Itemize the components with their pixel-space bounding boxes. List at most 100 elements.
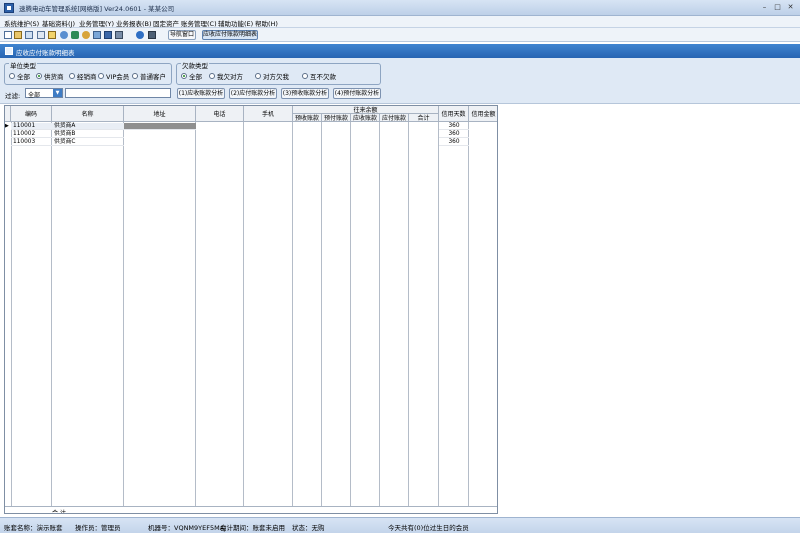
- card-icon[interactable]: [93, 31, 101, 39]
- menu-help[interactable]: 帮助(H): [255, 18, 278, 28]
- filter-input[interactable]: [65, 88, 171, 98]
- window-title: 速腾电动车管理系统[网络版] Ver24.0601 - 某某公司: [19, 5, 175, 13]
- column-header-mobile[interactable]: 手机: [244, 106, 293, 122]
- advance-receipt-analysis-button[interactable]: (3)预收账款分析: [281, 88, 329, 99]
- unit-type-option-vip[interactable]: VIP会员: [98, 71, 129, 81]
- grid-line: [438, 122, 439, 513]
- grid-line: [243, 122, 244, 513]
- table-cell-code[interactable]: 110003: [11, 139, 52, 146]
- filter-select[interactable]: 全部 ▼: [25, 88, 63, 99]
- table-cell-credit-days[interactable]: 360: [439, 123, 469, 130]
- menu-auxiliary[interactable]: 辅助功能(E): [218, 18, 253, 28]
- status-state: 状态：无购: [292, 524, 325, 532]
- radio-icon: [98, 73, 104, 79]
- page-title: 应收应付账款明细表: [16, 49, 75, 57]
- data-grid[interactable]: 编码 名称 地址 电话 手机 往来余额 预收账款 预付账款 应收账款 应付账款 …: [4, 105, 498, 514]
- unit-type-option-supplier[interactable]: 供货商: [36, 71, 64, 81]
- advance-payment-analysis-button[interactable]: (4)预付账款分析: [333, 88, 381, 99]
- column-header-credit-days[interactable]: 信用天数: [439, 106, 469, 122]
- chevron-down-icon[interactable]: ▼: [53, 89, 62, 97]
- filter-panel: 单位类型 全部 供货商 经销商 VIP会员 普通客户 欠款类型 全部 我欠对方 …: [0, 58, 800, 104]
- menu-business[interactable]: 业务管理(Y): [79, 18, 114, 28]
- maximize-button[interactable]: □: [773, 3, 782, 12]
- column-header-payable[interactable]: 应付账款: [380, 114, 409, 122]
- column-header-credit-amount[interactable]: 信用金额: [469, 106, 497, 122]
- unit-type-option-regular[interactable]: 普通客户: [132, 71, 166, 81]
- print-icon[interactable]: [115, 31, 123, 39]
- new-icon[interactable]: [4, 31, 12, 39]
- wrench-icon[interactable]: [71, 31, 79, 39]
- open-icon[interactable]: [14, 31, 22, 39]
- unit-type-option-all[interactable]: 全部: [9, 71, 30, 81]
- status-period: 会计期间：账套未启用: [220, 524, 285, 532]
- nav-window-button[interactable]: 导航窗口: [168, 30, 196, 40]
- title-bar: 速腾电动车管理系统[网络版] Ver24.0601 - 某某公司 – □ ✕: [0, 0, 800, 16]
- minimize-button[interactable]: –: [760, 3, 769, 12]
- payable-analysis-button[interactable]: (2)应付账款分析: [229, 88, 277, 99]
- copy-icon[interactable]: [25, 31, 33, 39]
- close-button[interactable]: ✕: [786, 3, 795, 12]
- menu-fixed-assets[interactable]: 固定资产: [153, 18, 179, 28]
- grid-line: [51, 122, 52, 513]
- tab-receivable-payable[interactable]: 应收应付账款明细表: [202, 30, 258, 40]
- edit-icon[interactable]: [48, 31, 56, 39]
- unit-type-option-dealer[interactable]: 经销商: [69, 71, 97, 81]
- search-icon[interactable]: [82, 31, 90, 39]
- table-cell-code[interactable]: 110002: [11, 131, 52, 138]
- column-header-advance-payment[interactable]: 预付账款: [322, 114, 351, 122]
- table-cell-credit-days[interactable]: 360: [439, 131, 469, 138]
- column-header-address[interactable]: 地址: [124, 106, 196, 122]
- status-notice: 今天共有(0)位过生日的会员: [388, 524, 469, 532]
- status-operator: 操作员：管理员: [75, 524, 121, 532]
- table-cell-name[interactable]: 供货商C: [52, 139, 124, 146]
- column-header-total[interactable]: 合计: [409, 114, 439, 122]
- grid-line: [468, 122, 469, 513]
- table-cell-credit-days[interactable]: 360: [439, 139, 469, 146]
- user-icon[interactable]: [60, 31, 68, 39]
- column-header-code[interactable]: 编码: [11, 106, 52, 122]
- column-header-advance-receipt[interactable]: 预收账款: [293, 114, 322, 122]
- toolbar: 导航窗口 应收应付账款明细表: [0, 28, 800, 42]
- app-icon: [4, 3, 14, 13]
- radio-selected-icon: [36, 73, 42, 79]
- help-icon[interactable]: [136, 31, 144, 39]
- debt-type-group: 欠款类型 全部 我欠对方 对方欠我 互不欠款: [176, 60, 381, 85]
- footer-total-label: 合 计: [52, 510, 66, 514]
- status-bar: 账套名称：演示账套 操作员：管理员 机器号：VQNM9YEF5MAJ 会计期间：…: [0, 517, 800, 533]
- debt-type-option-they-owe[interactable]: 对方欠我: [255, 71, 289, 81]
- unit-type-label: 单位类型: [9, 60, 37, 70]
- debt-type-option-i-owe[interactable]: 我欠对方: [209, 71, 243, 81]
- unit-type-group: 单位类型 全部 供货商 经销商 VIP会员 普通客户: [4, 60, 172, 85]
- exit-icon[interactable]: [148, 31, 156, 39]
- list-icon[interactable]: [37, 31, 45, 39]
- save-icon[interactable]: [104, 31, 112, 39]
- receivable-analysis-button[interactable]: (1)应收账款分析: [177, 88, 225, 99]
- filter-label: 过滤:: [5, 92, 21, 100]
- column-header-name[interactable]: 名称: [52, 106, 124, 122]
- debt-type-label: 欠款类型: [181, 60, 209, 70]
- radio-icon: [302, 73, 308, 79]
- debt-type-option-all[interactable]: 全部: [181, 71, 202, 81]
- radio-icon: [209, 73, 215, 79]
- table-cell-name[interactable]: 供货商A: [52, 123, 124, 130]
- page-header: 应收应付账款明细表: [0, 44, 800, 58]
- radio-icon: [69, 73, 75, 79]
- menu-basic-data[interactable]: 基础资料(J): [42, 18, 75, 28]
- table-cell-name[interactable]: 供货商B: [52, 131, 124, 138]
- report-icon: [5, 47, 13, 55]
- menu-system[interactable]: 系统维护(S): [4, 18, 39, 28]
- table-cell-code[interactable]: 110001: [11, 123, 52, 130]
- grid-line: [379, 122, 380, 513]
- current-row-indicator-icon: ▶: [5, 123, 9, 129]
- column-header-receivable[interactable]: 应收账款: [351, 114, 380, 122]
- column-header-phone[interactable]: 电话: [196, 106, 244, 122]
- main-content: 应收应付账款明细表 单位类型 全部 供货商 经销商 VIP会员 普通客户 欠款类…: [0, 42, 800, 517]
- menu-accounting[interactable]: 账务管理(C): [181, 18, 217, 28]
- grid-line: [292, 122, 293, 513]
- table-cell-address-focused[interactable]: [124, 123, 196, 130]
- debt-type-option-none[interactable]: 互不欠款: [302, 71, 336, 81]
- grid-line: [408, 122, 409, 513]
- menu-reports[interactable]: 业务报表(B): [116, 18, 152, 28]
- grid-line: [350, 122, 351, 513]
- table-footer-row: 合 计: [5, 506, 497, 514]
